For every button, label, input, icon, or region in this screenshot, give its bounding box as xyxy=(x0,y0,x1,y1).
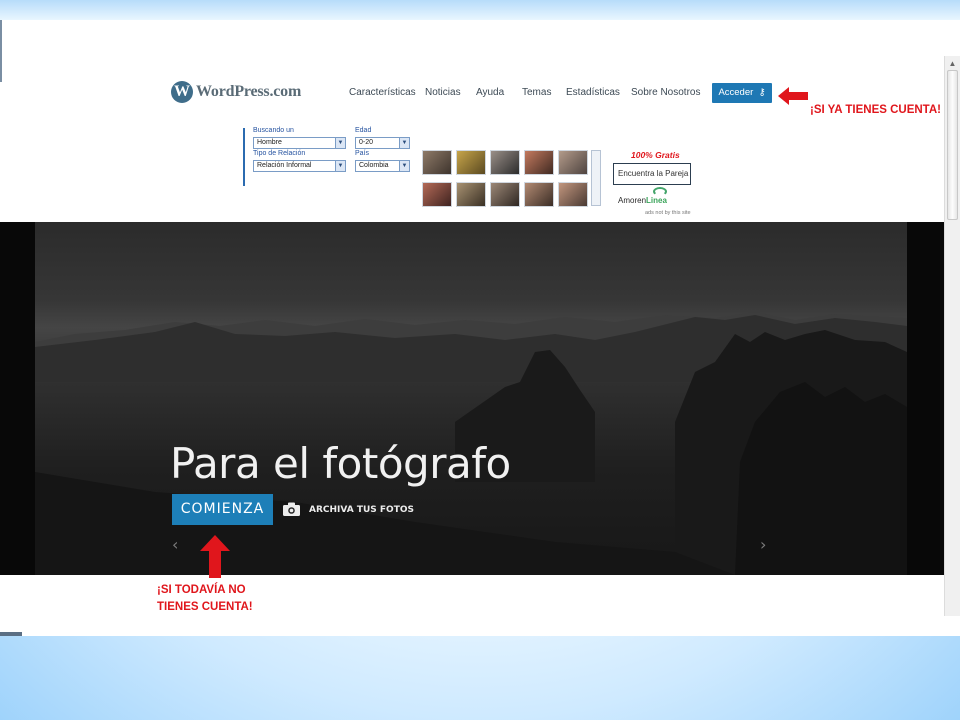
archive-photos-link[interactable]: ARCHIVA TUS FOTOS xyxy=(309,505,414,515)
wordpress-w-icon: W xyxy=(171,81,193,103)
window-edge xyxy=(0,20,2,82)
ad-search-field[interactable]: Encuentra la Pareja xyxy=(613,163,691,185)
red-arrow-left-icon xyxy=(778,87,808,105)
profile-photo[interactable] xyxy=(524,182,554,207)
ad-select-pais-value: Colombia xyxy=(359,162,389,169)
nav-temas[interactable]: Temas xyxy=(522,87,551,98)
ad-free-label: 100% Gratis xyxy=(631,150,680,160)
page-scrollbar[interactable]: ▲ xyxy=(944,56,960,616)
profile-photo[interactable] xyxy=(558,182,588,207)
scroll-thumb[interactable] xyxy=(947,70,958,220)
ad-label-pais: País xyxy=(355,150,370,157)
camera-icon[interactable] xyxy=(283,502,300,516)
window-edge-bottom xyxy=(0,632,22,636)
ad-accent-bar xyxy=(243,128,245,186)
ad-search-value: Encuentra la Pareja xyxy=(618,169,689,178)
profile-photo[interactable] xyxy=(524,150,554,175)
profile-photo[interactable] xyxy=(422,182,452,207)
carousel-next-icon[interactable]: › xyxy=(760,535,766,554)
wordpress-wordmark: WordPress.com xyxy=(196,83,302,100)
profile-photo[interactable] xyxy=(422,150,452,175)
red-arrow-up-icon xyxy=(200,535,230,578)
profile-photo[interactable] xyxy=(490,182,520,207)
ad-select-pais[interactable]: Colombia ▼ xyxy=(355,160,410,172)
ad-select-edad[interactable]: 0-20 ▼ xyxy=(355,137,410,149)
wordpress-logo[interactable]: W WordPress.com xyxy=(171,80,301,104)
ad-select-tipo[interactable]: Relación Informal ▼ xyxy=(253,160,346,172)
carousel-prev-icon[interactable]: ‹ xyxy=(172,535,178,554)
start-button[interactable]: COMIENZA xyxy=(172,494,273,525)
login-button-label: Acceder xyxy=(718,87,754,98)
login-button[interactable]: Acceder ⚷ xyxy=(712,83,772,103)
mountain-landscape xyxy=(35,312,907,575)
hero-photo xyxy=(35,222,907,575)
ad-select-busco-value: Hombre xyxy=(257,139,282,146)
chevron-down-icon: ▼ xyxy=(399,161,409,171)
chevron-down-icon: ▼ xyxy=(399,138,409,148)
nav-ayuda[interactable]: Ayuda xyxy=(476,87,504,98)
signup-annotation-line2: TIENES CUENTA! xyxy=(157,601,253,613)
ad-brand-part-b: Linea xyxy=(646,196,667,205)
login-annotation: ¡SI YA TIENES CUENTA! xyxy=(810,104,941,116)
profile-photo[interactable] xyxy=(456,182,486,207)
profile-photo[interactable] xyxy=(456,150,486,175)
slide-top-band xyxy=(0,0,960,20)
ad-photos-scrollbar[interactable] xyxy=(591,150,601,206)
signup-annotation-line1: ¡SI TODAVÍA NO xyxy=(157,584,246,596)
nav-noticias[interactable]: Noticias xyxy=(425,87,461,98)
nav-caracteristicas[interactable]: Características xyxy=(349,87,416,98)
ad-select-tipo-value: Relación Informal xyxy=(257,162,312,169)
nav-sobre-nosotros[interactable]: Sobre Nosotros xyxy=(631,87,700,98)
key-icon: ⚷ xyxy=(755,87,766,98)
ad-select-busco[interactable]: Hombre ▼ xyxy=(253,137,346,149)
chevron-down-icon: ▼ xyxy=(335,161,345,171)
ad-brand-part-a: Amoren xyxy=(618,196,647,205)
ad-brand-logo[interactable]: AmorenLinea xyxy=(618,196,667,205)
ad-label-tipo: Tipo de Relación xyxy=(253,150,306,157)
profile-photo[interactable] xyxy=(558,150,588,175)
ad-disclaimer: ads not by this site xyxy=(645,210,691,216)
chevron-down-icon: ▼ xyxy=(335,138,345,148)
ad-label-edad: Edad xyxy=(355,127,372,134)
scroll-up-arrow-icon[interactable]: ▲ xyxy=(947,58,958,69)
ad-select-edad-value: 0-20 xyxy=(359,139,374,146)
hero-title: Para el fotógrafo xyxy=(170,439,511,488)
nav-estadisticas[interactable]: Estadísticas xyxy=(566,87,620,98)
ad-label-busco: Buscando un xyxy=(253,127,294,134)
ad-brand-swoosh-icon xyxy=(653,187,667,196)
profile-photo[interactable] xyxy=(490,150,520,175)
dating-ad-banner[interactable]: Buscando un Hombre ▼ Edad 0-20 ▼ Tipo de… xyxy=(243,127,703,216)
